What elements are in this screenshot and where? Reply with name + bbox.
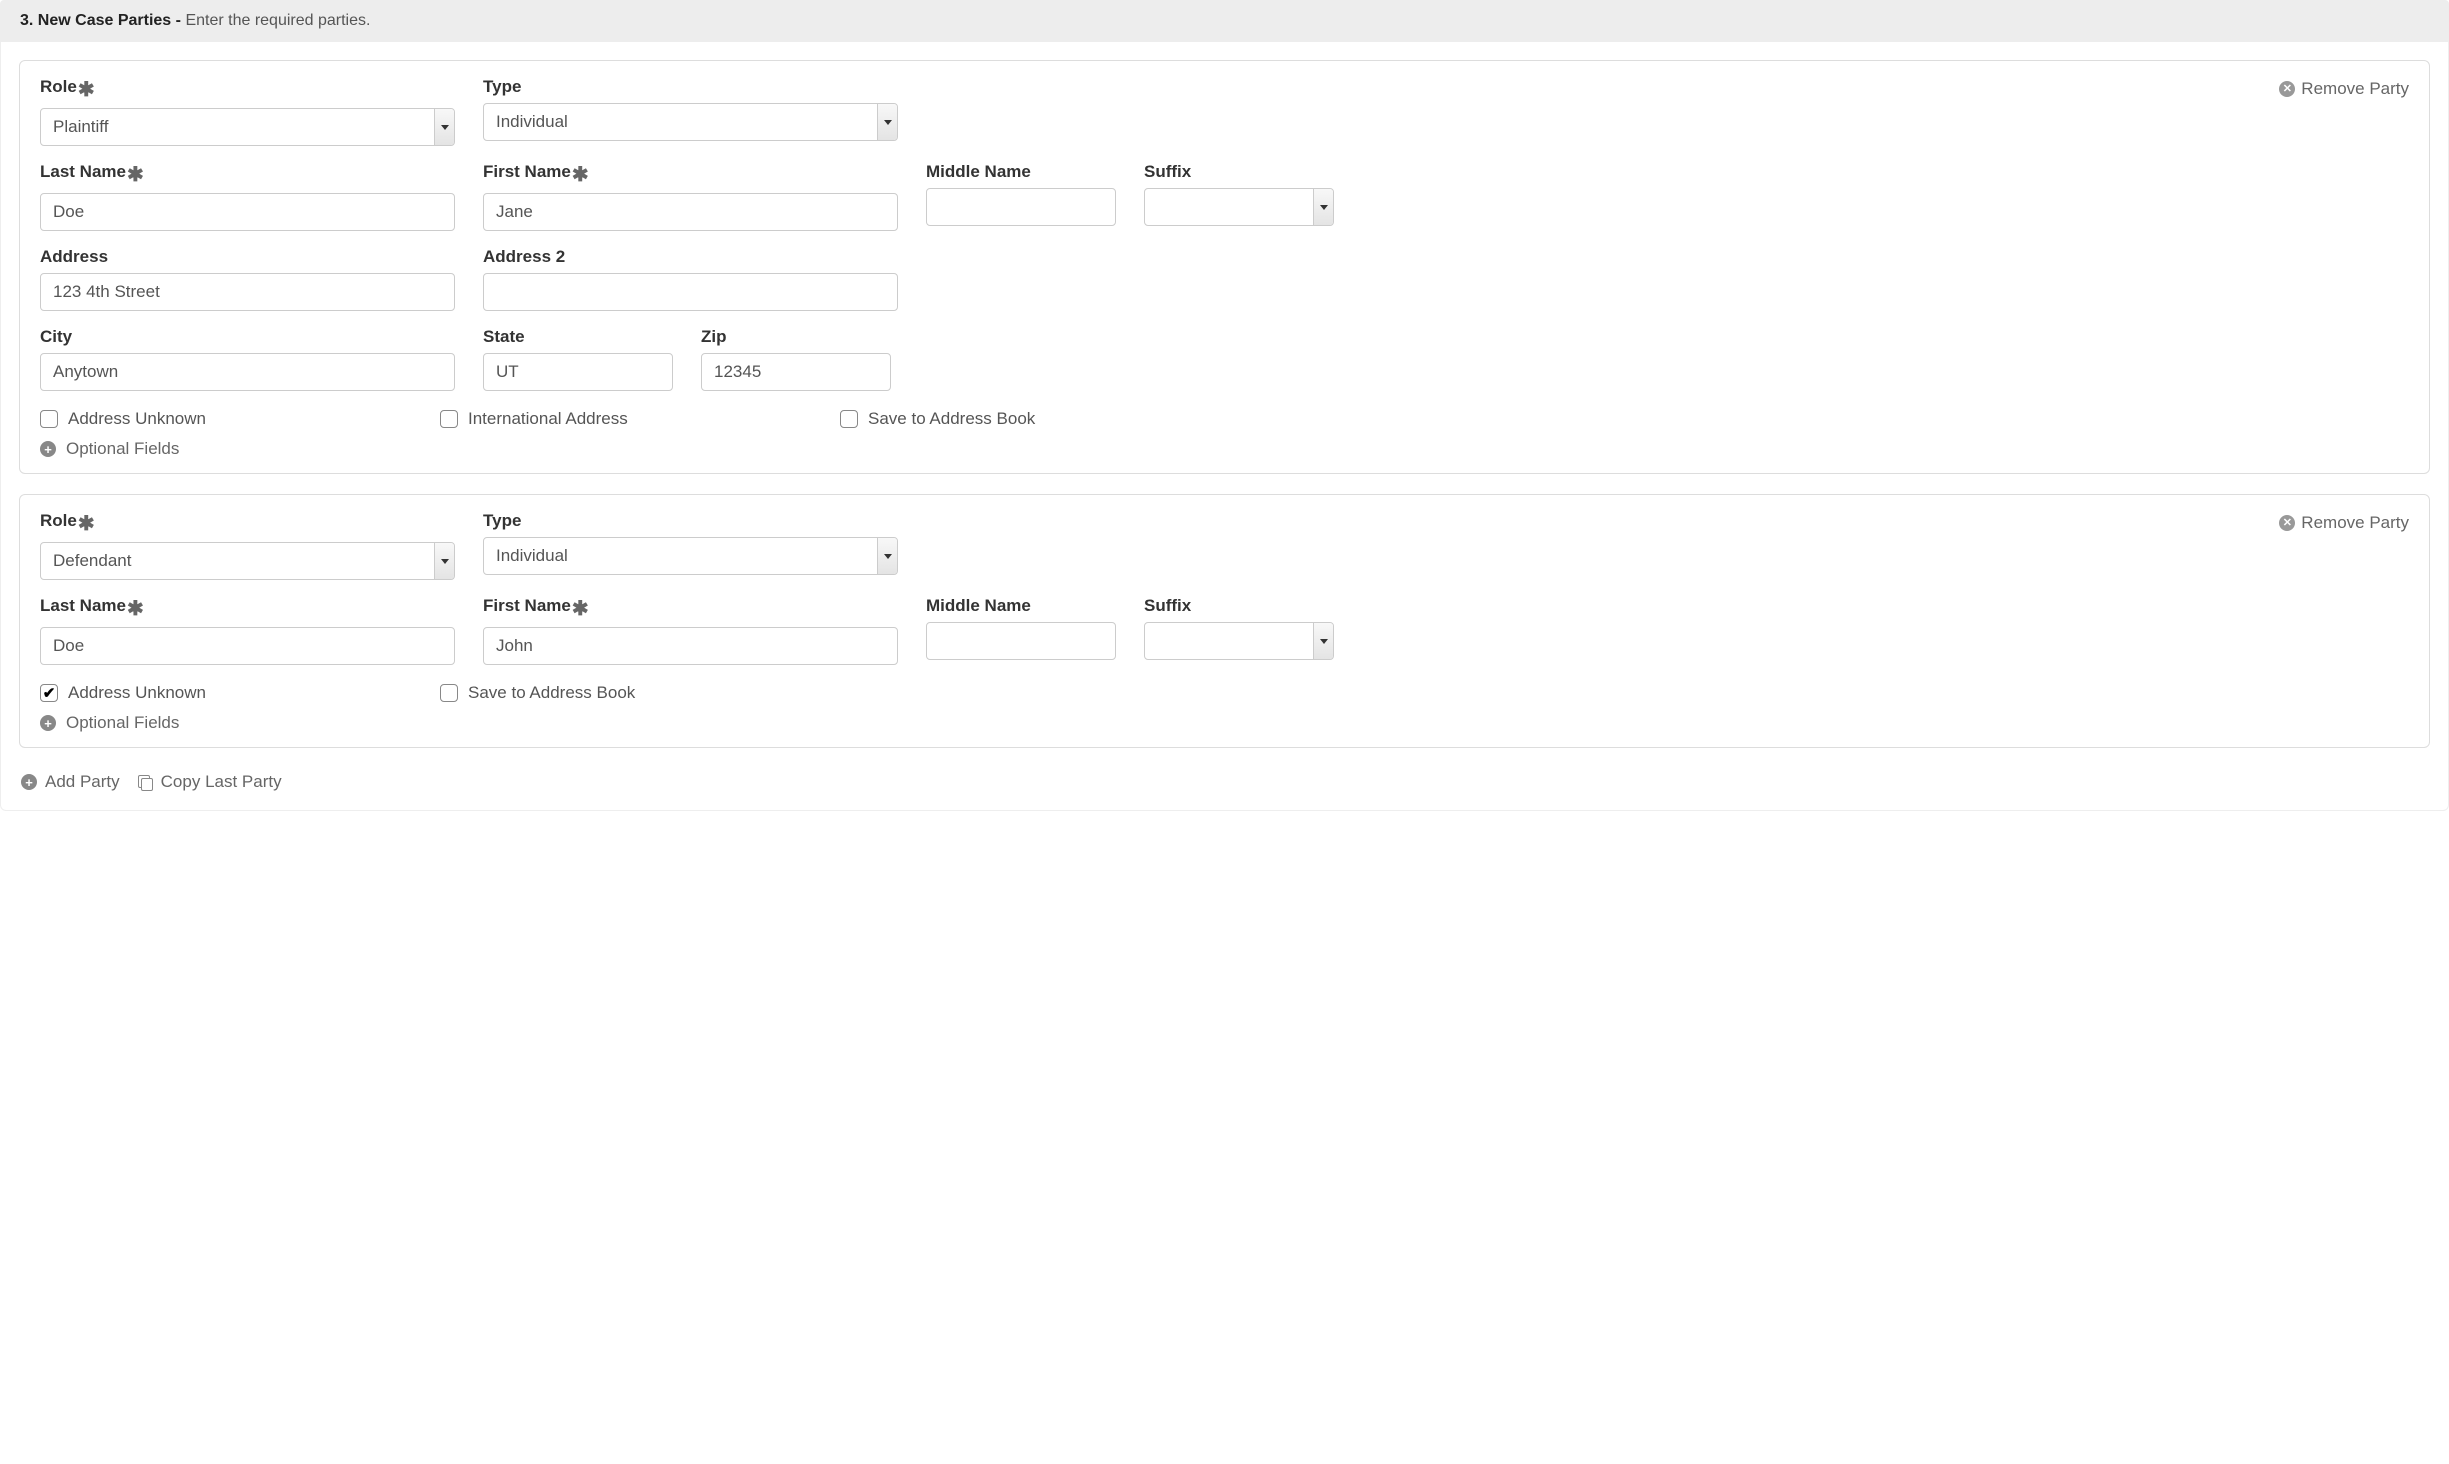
- state-label: State: [483, 327, 673, 347]
- required-asterisk-icon: ✱: [572, 598, 589, 620]
- first-name-input[interactable]: [483, 193, 898, 231]
- last-name-input[interactable]: [40, 627, 455, 665]
- section-header: 3. New Case Parties - Enter the required…: [0, 0, 2449, 42]
- suffix-label: Suffix: [1144, 596, 1334, 616]
- save-address-book-label: Save to Address Book: [868, 409, 1035, 429]
- state-field: State: [483, 327, 673, 391]
- checkbox-row: Address Unknown International Address Sa…: [40, 409, 2409, 429]
- city-field: City: [40, 327, 455, 391]
- optional-fields-toggle[interactable]: + Optional Fields: [40, 439, 2409, 459]
- middle-name-input[interactable]: [926, 188, 1116, 226]
- middle-name-field: Middle Name: [926, 596, 1116, 660]
- suffix-label: Suffix: [1144, 162, 1334, 182]
- party-card: Role✱ Plaintiff Type Individual ✕ Remove…: [19, 60, 2430, 474]
- first-name-label: First Name✱: [483, 596, 898, 621]
- city-input[interactable]: [40, 353, 455, 391]
- remove-party-button[interactable]: ✕ Remove Party: [2279, 77, 2409, 99]
- type-label: Type: [483, 511, 898, 531]
- type-select[interactable]: Individual: [483, 537, 898, 575]
- first-name-field: First Name✱: [483, 162, 898, 231]
- address-unknown-label: Address Unknown: [68, 683, 206, 703]
- role-label: Role✱: [40, 511, 455, 536]
- required-asterisk-icon: ✱: [572, 164, 589, 186]
- address-input[interactable]: [40, 273, 455, 311]
- close-icon: ✕: [2279, 515, 2295, 531]
- plus-icon: +: [21, 774, 37, 790]
- zip-field: Zip: [701, 327, 891, 391]
- required-asterisk-icon: ✱: [78, 79, 95, 101]
- first-name-field: First Name✱: [483, 596, 898, 665]
- type-field: Type Individual: [483, 511, 898, 575]
- save-address-book-checkbox-item: Save to Address Book: [840, 409, 1035, 429]
- add-party-button[interactable]: + Add Party: [21, 772, 120, 792]
- plus-icon: +: [40, 715, 56, 731]
- address-unknown-checkbox-item: Address Unknown: [40, 409, 380, 429]
- save-address-book-label: Save to Address Book: [468, 683, 635, 703]
- role-field: Role✱ Plaintiff: [40, 77, 455, 146]
- checkbox-row: Address Unknown Save to Address Book: [40, 683, 2409, 703]
- middle-name-input[interactable]: [926, 622, 1116, 660]
- type-select[interactable]: Individual: [483, 103, 898, 141]
- last-name-label: Last Name✱: [40, 162, 455, 187]
- footer-actions: + Add Party Copy Last Party: [19, 768, 2430, 792]
- middle-name-label: Middle Name: [926, 162, 1116, 182]
- suffix-select[interactable]: [1144, 622, 1334, 660]
- last-name-field: Last Name✱: [40, 162, 455, 231]
- parties-container: Role✱ Plaintiff Type Individual ✕ Remove…: [0, 42, 2449, 811]
- step-title: New Case Parties -: [38, 12, 181, 29]
- state-input[interactable]: [483, 353, 673, 391]
- address-unknown-checkbox[interactable]: [40, 684, 58, 702]
- step-number: 3.: [20, 12, 33, 29]
- close-icon: ✕: [2279, 81, 2295, 97]
- save-address-book-checkbox-item: Save to Address Book: [440, 683, 635, 703]
- suffix-select[interactable]: [1144, 188, 1334, 226]
- address2-field: Address 2: [483, 247, 898, 311]
- copy-icon: [138, 775, 153, 790]
- optional-fields-toggle[interactable]: + Optional Fields: [40, 713, 2409, 733]
- middle-name-label: Middle Name: [926, 596, 1116, 616]
- address2-input[interactable]: [483, 273, 898, 311]
- copy-last-party-button[interactable]: Copy Last Party: [138, 772, 282, 792]
- required-asterisk-icon: ✱: [78, 513, 95, 535]
- remove-party-button[interactable]: ✕ Remove Party: [2279, 511, 2409, 533]
- international-address-checkbox-item: International Address: [440, 409, 780, 429]
- address-unknown-label: Address Unknown: [68, 409, 206, 429]
- city-label: City: [40, 327, 455, 347]
- role-select[interactable]: Plaintiff: [40, 108, 455, 146]
- first-name-label: First Name✱: [483, 162, 898, 187]
- address-field: Address: [40, 247, 455, 311]
- type-field: Type Individual: [483, 77, 898, 141]
- middle-name-field: Middle Name: [926, 162, 1116, 226]
- plus-icon: +: [40, 441, 56, 457]
- role-label: Role✱: [40, 77, 455, 102]
- save-address-book-checkbox[interactable]: [840, 410, 858, 428]
- zip-label: Zip: [701, 327, 891, 347]
- type-label: Type: [483, 77, 898, 97]
- address2-label: Address 2: [483, 247, 898, 267]
- address-label: Address: [40, 247, 455, 267]
- zip-input[interactable]: [701, 353, 891, 391]
- last-name-input[interactable]: [40, 193, 455, 231]
- required-asterisk-icon: ✱: [127, 598, 144, 620]
- party-card: Role✱ Defendant Type Individual ✕ Remove…: [19, 494, 2430, 748]
- last-name-field: Last Name✱: [40, 596, 455, 665]
- address-unknown-checkbox[interactable]: [40, 410, 58, 428]
- role-select[interactable]: Defendant: [40, 542, 455, 580]
- step-subtitle: Enter the required parties.: [185, 12, 370, 29]
- international-address-label: International Address: [468, 409, 628, 429]
- suffix-field: Suffix: [1144, 596, 1334, 660]
- last-name-label: Last Name✱: [40, 596, 455, 621]
- required-asterisk-icon: ✱: [127, 164, 144, 186]
- role-field: Role✱ Defendant: [40, 511, 455, 580]
- save-address-book-checkbox[interactable]: [440, 684, 458, 702]
- international-address-checkbox[interactable]: [440, 410, 458, 428]
- suffix-field: Suffix: [1144, 162, 1334, 226]
- address-unknown-checkbox-item: Address Unknown: [40, 683, 380, 703]
- first-name-input[interactable]: [483, 627, 898, 665]
